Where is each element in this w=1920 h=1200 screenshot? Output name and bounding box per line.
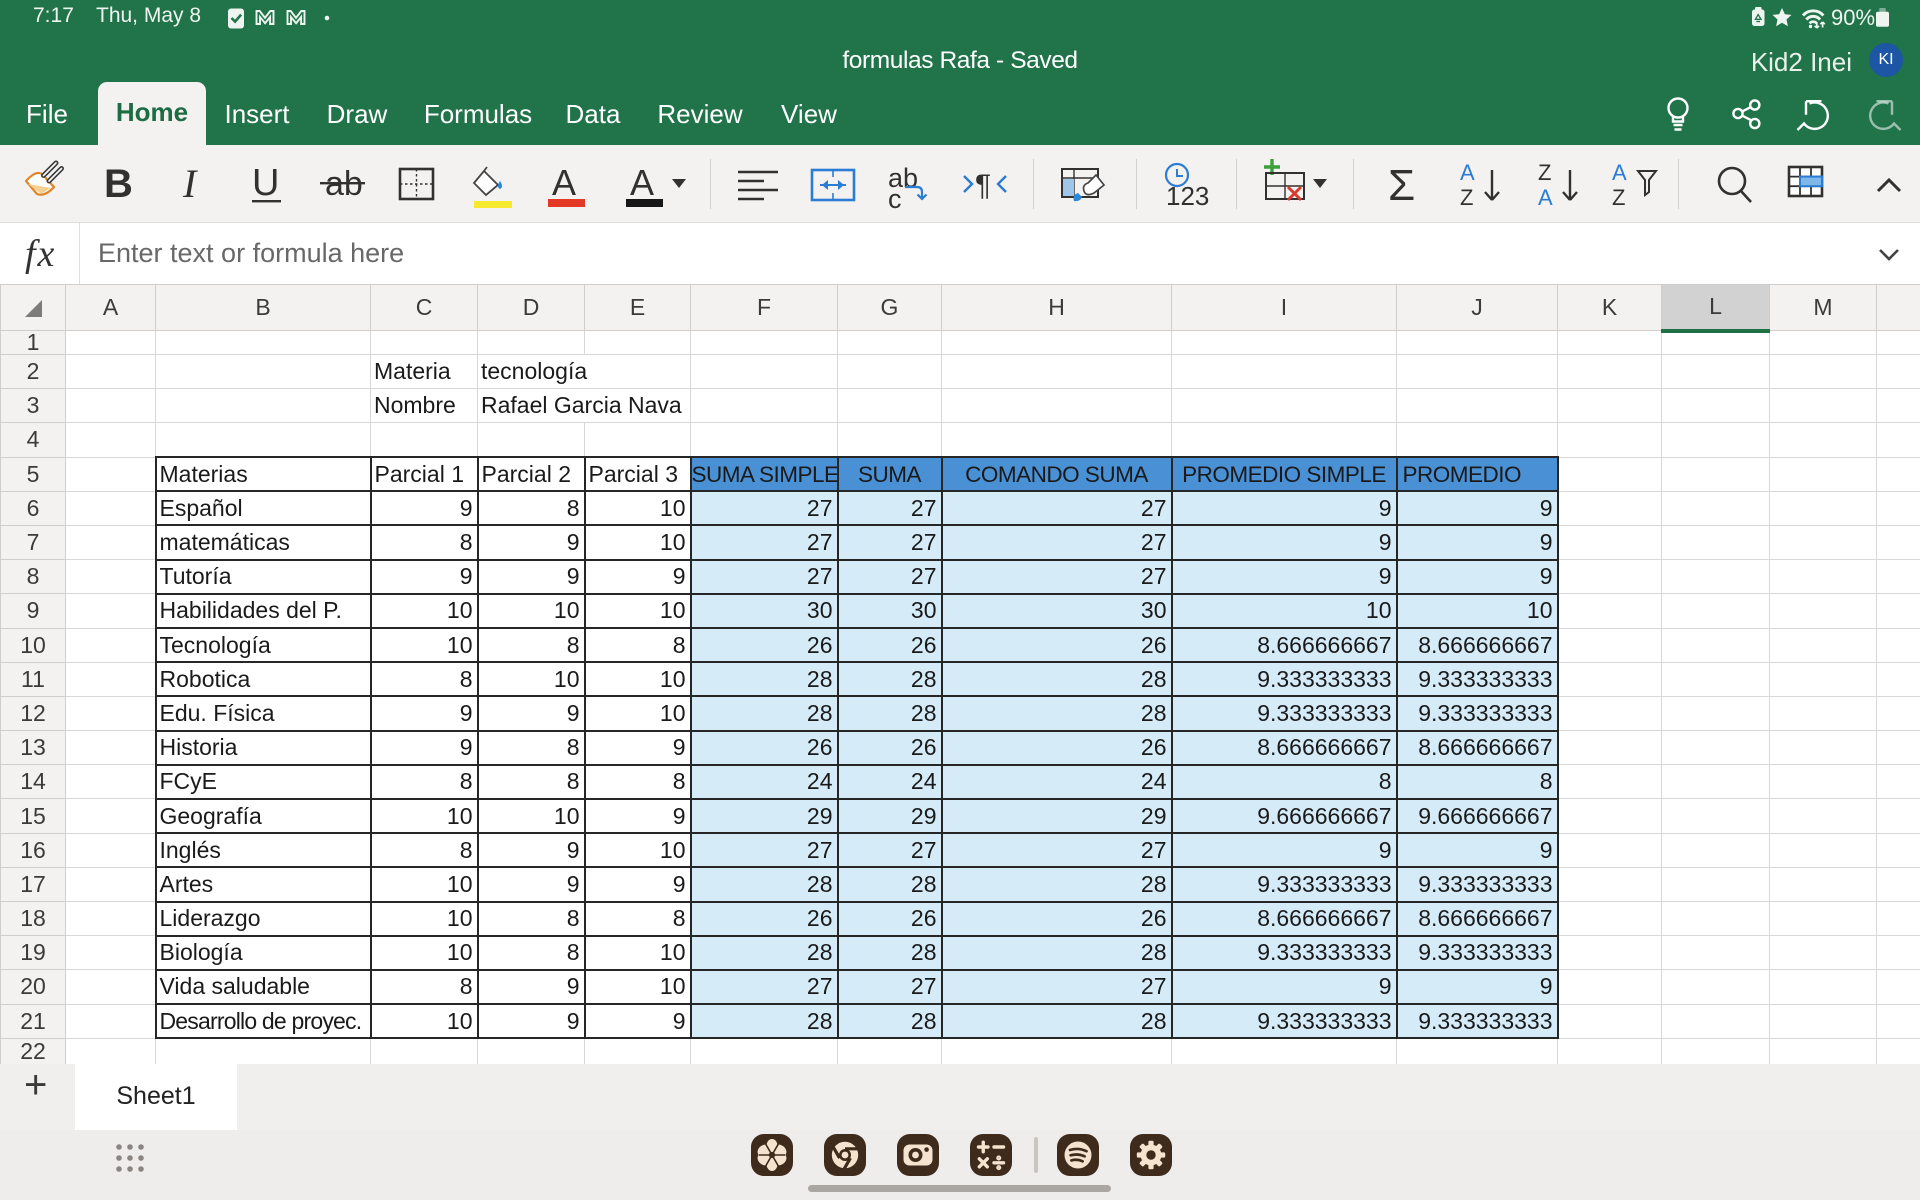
svg-text:B: B [104,162,133,206]
svg-text:Z: Z [1538,160,1551,185]
svg-text:123: 123 [1166,181,1209,211]
svg-text:¶: ¶ [975,169,991,202]
svg-text:A: A [1612,160,1627,185]
svg-text:A: A [552,162,576,203]
svg-text:Σ: Σ [1388,161,1415,210]
svg-text:Z: Z [1460,185,1473,210]
svg-text:I: I [182,161,198,206]
svg-text:A: A [1538,185,1553,210]
svg-text:U: U [252,162,279,204]
svg-text:Z: Z [1612,185,1625,210]
svg-text:c: c [888,184,902,214]
svg-text:A: A [630,162,654,203]
svg-text:A: A [1460,160,1475,185]
